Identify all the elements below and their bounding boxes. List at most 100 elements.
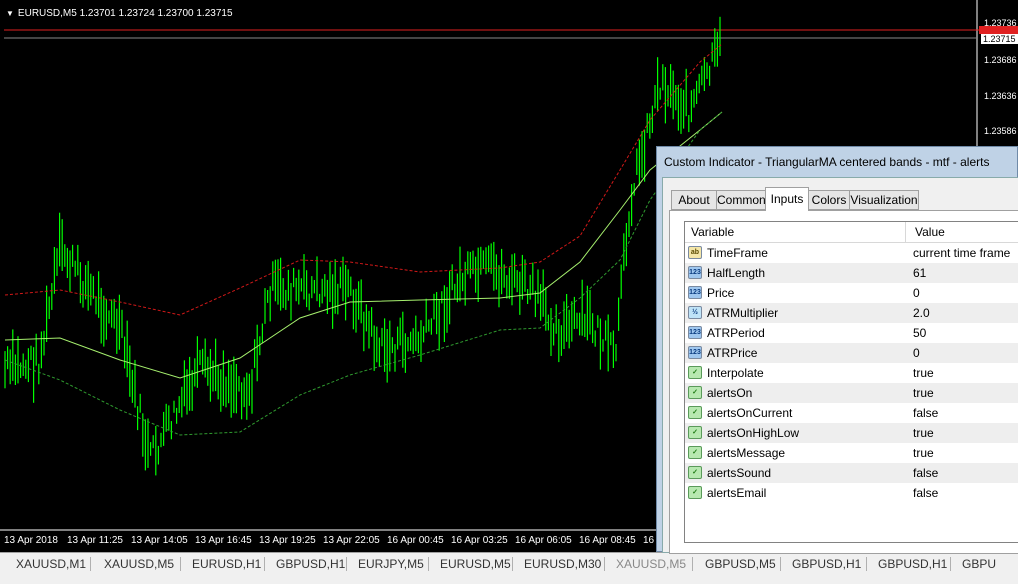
- tab-inputs[interactable]: Inputs: [765, 187, 809, 211]
- boolean-type-icon: ✓: [688, 446, 702, 459]
- price-label: 1.23686: [984, 55, 1017, 65]
- symbol-tab-bar: XAUUSD,M1 XAUUSD,M5 EURUSD,H1 GBPUSD,H1 …: [0, 552, 1018, 584]
- input-variable-name: TimeFrame: [707, 246, 768, 260]
- dialog-title[interactable]: Custom Indicator - TriangularMA centered…: [664, 155, 989, 169]
- tab-separator: [604, 557, 605, 571]
- input-row[interactable]: ½ ATRMultiplier 2.0: [685, 303, 1018, 323]
- upper-band-line: [4, 43, 723, 316]
- time-label: 13 Apr 16:45: [195, 535, 252, 546]
- symbol-tab[interactable]: GBPUSD,H1: [276, 557, 345, 571]
- input-row[interactable]: ✓ alertsOnHighLow true: [685, 423, 1018, 443]
- symbol-tab[interactable]: EURUSD,H1: [192, 557, 261, 571]
- inputs-grid: Variable Value ab TimeFrame current time f…: [684, 221, 1018, 543]
- input-variable-name: alertsOnHighLow: [707, 426, 800, 440]
- input-value[interactable]: 50: [913, 326, 926, 340]
- input-value[interactable]: 61: [913, 266, 926, 280]
- input-value[interactable]: false: [913, 466, 938, 480]
- time-label: 13 Apr 22:05: [323, 535, 380, 546]
- tab-separator: [780, 557, 781, 571]
- time-label: 13 Apr 2018: [4, 535, 58, 546]
- boolean-type-icon: ✓: [688, 426, 702, 439]
- tab-common[interactable]: Common: [716, 190, 766, 210]
- column-header-variable[interactable]: Variable: [691, 225, 734, 239]
- input-value[interactable]: 0: [913, 286, 920, 300]
- time-label: 16 Apr 08:45: [579, 535, 636, 546]
- tab-separator: [264, 557, 265, 571]
- column-header-value[interactable]: Value: [915, 225, 945, 239]
- input-row[interactable]: ✓ alertsOnCurrent false: [685, 403, 1018, 423]
- input-value[interactable]: true: [913, 446, 934, 460]
- symbol-tab[interactable]: XAUUSD,M5: [104, 557, 174, 571]
- tab-separator: [512, 557, 513, 571]
- lower-band-line: [4, 111, 723, 436]
- input-value[interactable]: true: [913, 386, 934, 400]
- symbol-tab[interactable]: EURJPY,M5: [358, 557, 424, 571]
- custom-indicator-dialog: Custom Indicator - TriangularMA centered…: [656, 146, 1018, 554]
- input-row[interactable]: ab TimeFrame current time frame: [685, 243, 1018, 263]
- input-variable-name: alertsOn: [707, 386, 753, 400]
- integer-type-icon: 123: [688, 346, 702, 359]
- time-label: 16 Apr 03:25: [451, 535, 508, 546]
- tab-separator: [428, 557, 429, 571]
- string-type-icon: ab: [688, 246, 702, 259]
- input-row[interactable]: ✓ alertsMessage true: [685, 443, 1018, 463]
- time-label: 13 Apr 11:25: [67, 535, 123, 546]
- column-separator[interactable]: [905, 222, 906, 242]
- symbol-tab[interactable]: EURUSD,M30: [524, 557, 601, 571]
- input-row[interactable]: ✓ alertsOn true: [685, 383, 1018, 403]
- symbol-tab[interactable]: GBPUSD,H1: [878, 557, 947, 571]
- integer-type-icon: 123: [688, 286, 702, 299]
- tab-colors[interactable]: Colors: [808, 190, 850, 210]
- input-row[interactable]: ✓ Interpolate true: [685, 363, 1018, 383]
- input-value[interactable]: false: [913, 486, 938, 500]
- input-row[interactable]: ✓ alertsEmail false: [685, 483, 1018, 503]
- input-row[interactable]: 123 Price 0: [685, 283, 1018, 303]
- symbol-tab[interactable]: GBPUSD,H1: [792, 557, 861, 571]
- chart-header-text: EURUSD,M5 1.23701 1.23724 1.23700 1.2371…: [17, 8, 233, 19]
- tab-separator: [180, 557, 181, 571]
- tab-visualization[interactable]: Visualization: [849, 190, 919, 210]
- time-label: 16 Apr 00:45: [387, 535, 444, 546]
- symbol-tab[interactable]: XAUUSD,M1: [16, 557, 86, 571]
- boolean-type-icon: ✓: [688, 386, 702, 399]
- input-value[interactable]: 0: [913, 346, 920, 360]
- input-variable-name: ATRPeriod: [707, 326, 765, 340]
- symbol-tab[interactable]: EURUSD,M5: [440, 557, 511, 571]
- input-row[interactable]: 123 ATRPeriod 50: [685, 323, 1018, 343]
- input-variable-name: alertsMessage: [707, 446, 786, 460]
- input-value[interactable]: true: [913, 426, 934, 440]
- triangle-down-icon[interactable]: ▼: [6, 9, 14, 18]
- dialog-body: About Common Inputs Colors Visualization…: [662, 177, 1018, 554]
- symbol-tab-active[interactable]: XAUUSD,M5: [616, 557, 686, 571]
- boolean-type-icon: ✓: [688, 486, 702, 499]
- tab-separator: [346, 557, 347, 571]
- input-value[interactable]: current time frame: [913, 246, 1010, 260]
- input-variable-name: alertsEmail: [707, 486, 767, 500]
- tab-separator: [90, 557, 91, 571]
- price-label: 1.23586: [984, 126, 1017, 136]
- tab-about[interactable]: About: [671, 190, 717, 210]
- input-variable-name: HalfLength: [707, 266, 766, 280]
- time-label: 13 Apr 14:05: [131, 535, 188, 546]
- chart-header: ▼ EURUSD,M5 1.23701 1.23724 1.23700 1.237…: [6, 8, 233, 19]
- input-variable-name: ATRPrice: [707, 346, 758, 360]
- boolean-type-icon: ✓: [688, 366, 702, 379]
- input-value[interactable]: true: [913, 366, 934, 380]
- symbol-tab[interactable]: GBPUSD,M5: [705, 557, 776, 571]
- grid-header: Variable Value: [685, 222, 1018, 243]
- input-value[interactable]: false: [913, 406, 938, 420]
- symbol-tab[interactable]: GBPU: [962, 557, 996, 571]
- input-row[interactable]: 123 ATRPrice 0: [685, 343, 1018, 363]
- integer-type-icon: 123: [688, 266, 702, 279]
- time-label: 13 Apr 19:25: [259, 535, 316, 546]
- boolean-type-icon: ✓: [688, 406, 702, 419]
- integer-type-icon: 123: [688, 326, 702, 339]
- input-row[interactable]: 123 HalfLength 61: [685, 263, 1018, 283]
- input-value[interactable]: 2.0: [913, 306, 930, 320]
- price-label: 1.23736: [984, 18, 1017, 28]
- double-type-icon: ½: [688, 306, 702, 319]
- boolean-type-icon: ✓: [688, 466, 702, 479]
- price-label: 1.23636: [984, 91, 1017, 101]
- input-row[interactable]: ✓ alertsSound false: [685, 463, 1018, 483]
- time-label: 16 Apr 06:05: [515, 535, 572, 546]
